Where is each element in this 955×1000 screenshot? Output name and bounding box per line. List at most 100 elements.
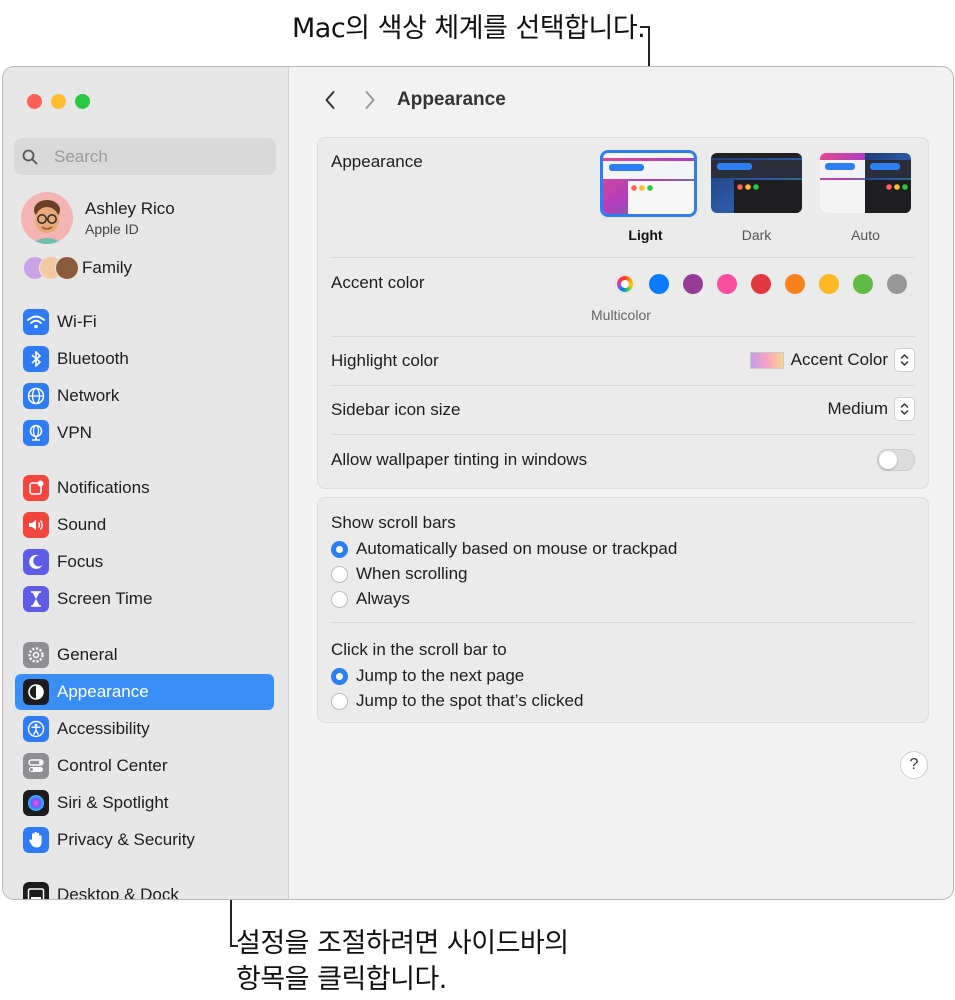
sidebar-item-label: VPN — [57, 423, 92, 442]
wallpaper-tinting-toggle[interactable] — [877, 449, 915, 471]
wallpaper-tinting-row: Allow wallpaper tinting in windows — [331, 434, 915, 484]
sidebar-item-label: Desktop & Dock — [57, 885, 179, 899]
callout-leader-bottom-tick — [230, 945, 238, 947]
scroll-option-label: Always — [356, 589, 410, 608]
appearance-settings-card: Appearance Light Dark Auto Accent color … — [317, 137, 929, 489]
hourglass-icon — [23, 586, 49, 612]
search-field[interactable] — [14, 138, 276, 175]
family-label: Family — [82, 258, 133, 277]
toolbar: Appearance — [317, 89, 506, 111]
apple-id-profile[interactable]: Ashley Rico Apple ID — [21, 192, 175, 244]
globe-icon — [23, 383, 49, 409]
sidebar-item-privacy-security[interactable]: Privacy & Security — [15, 822, 274, 858]
highlight-color-row: Highlight color Accent Color — [331, 336, 915, 386]
highlight-color-value: Accent Color — [790, 350, 888, 369]
accent-swatch-multicolor[interactable] — [615, 274, 635, 294]
sidebar-icon-size-popup[interactable]: Medium — [828, 397, 915, 421]
accent-swatch-blue[interactable] — [649, 274, 669, 294]
scroll-option-when-scrolling[interactable]: When scrolling — [331, 564, 468, 584]
accent-swatch-orange[interactable] — [785, 274, 805, 294]
forward-button[interactable] — [357, 90, 383, 110]
scroll-option-automatic[interactable]: Automatically based on mouse or trackpad — [331, 539, 677, 559]
sidebar-item-label: Wi-Fi — [57, 312, 97, 331]
search-input[interactable] — [52, 145, 256, 168]
sidebar-item-network[interactable]: Network — [15, 378, 274, 414]
control-center-icon — [23, 753, 49, 779]
sidebar-item-general[interactable]: General — [15, 637, 274, 673]
sidebar-item-wifi[interactable]: Wi-Fi — [15, 304, 274, 340]
sidebar-item-label: Screen Time — [57, 589, 153, 608]
help-button[interactable]: ? — [900, 751, 928, 779]
sidebar-item-family[interactable]: Family — [23, 256, 132, 280]
appearance-option-light-label: Light — [628, 227, 663, 243]
appearance-option-auto-label: Auto — [851, 227, 880, 243]
sidebar-item-sound[interactable]: Sound — [15, 507, 274, 543]
accent-swatch-graphite[interactable] — [887, 274, 907, 294]
sidebar-item-siri-spotlight[interactable]: Siri & Spotlight — [15, 785, 274, 821]
show-scroll-bars-label: Show scroll bars — [331, 513, 456, 532]
sidebar-item-accessibility[interactable]: Accessibility — [15, 711, 274, 747]
accessibility-icon — [23, 716, 49, 742]
click-scroll-bar-label: Click in the scroll bar to — [331, 640, 507, 659]
avatar — [21, 192, 73, 244]
sidebar-item-appearance[interactable]: Appearance — [15, 674, 274, 710]
siri-icon — [23, 790, 49, 816]
minimize-button[interactable] — [51, 94, 66, 109]
click-option-spot-clicked[interactable]: Jump to the spot that’s clicked — [331, 691, 583, 711]
callout-sidebar-hint: 설정을 조절하려면 사이드바의 항목을 클릭합니다. — [236, 926, 569, 998]
accent-swatch-yellow[interactable] — [819, 274, 839, 294]
click-option-next-page[interactable]: Jump to the next page — [331, 666, 524, 686]
appearance-option-auto[interactable] — [820, 153, 911, 213]
radio-button[interactable] — [331, 590, 348, 608]
sidebar-item-vpn[interactable]: VPN — [15, 415, 274, 451]
accent-selected-name: Multicolor — [591, 307, 651, 323]
close-button[interactable] — [27, 94, 42, 109]
gear-icon — [23, 642, 49, 668]
callout-sidebar-hint-line2: 항목을 클릭합니다. — [236, 964, 447, 995]
accent-swatch-pink[interactable] — [717, 274, 737, 294]
back-button[interactable] — [317, 90, 343, 110]
vpn-globe-icon — [23, 420, 49, 446]
updown-chevron-icon — [894, 397, 915, 421]
search-icon — [14, 149, 52, 165]
sidebar-item-focus[interactable]: Focus — [15, 544, 274, 580]
scroll-option-always[interactable]: Always — [331, 589, 410, 609]
radio-button[interactable] — [331, 540, 348, 558]
sidebar-item-label: Bluetooth — [57, 349, 129, 368]
click-option-label: Jump to the next page — [356, 666, 525, 685]
page-title: Appearance — [397, 89, 506, 110]
bluetooth-icon — [23, 346, 49, 372]
hand-icon — [23, 827, 49, 853]
divider — [331, 622, 915, 623]
sidebar-item-label: Privacy & Security — [57, 830, 195, 849]
zoom-button[interactable] — [75, 94, 90, 109]
highlight-color-label: Highlight color — [331, 351, 439, 370]
sidebar-item-control-center[interactable]: Control Center — [15, 748, 274, 784]
accent-swatch-red[interactable] — [751, 274, 771, 294]
scroll-bars-card: Show scroll bars Automatically based on … — [317, 497, 929, 723]
scroll-option-label: Automatically based on mouse or trackpad — [356, 539, 678, 558]
wallpaper-tinting-label: Allow wallpaper tinting in windows — [331, 450, 588, 469]
window-controls — [27, 94, 90, 109]
sidebar-item-notifications[interactable]: Notifications — [15, 470, 274, 506]
sidebar-item-label: Accessibility — [57, 719, 150, 738]
sidebar-item-screen-time[interactable]: Screen Time — [15, 581, 274, 617]
appearance-label: Appearance — [331, 152, 423, 171]
highlight-color-popup[interactable]: Accent Color — [749, 348, 915, 372]
sidebar-item-bluetooth[interactable]: Bluetooth — [15, 341, 274, 377]
radio-button[interactable] — [331, 667, 348, 685]
content-pane: Appearance Appearance Light Dark Auto Ac… — [289, 67, 953, 899]
radio-button[interactable] — [331, 565, 348, 583]
settings-window: Ashley Rico Apple ID Family Wi-Fi Blueto… — [2, 66, 954, 900]
appearance-row: Appearance Light Dark Auto — [331, 138, 915, 258]
sidebar-item-label: Focus — [57, 552, 104, 571]
radio-button[interactable] — [331, 692, 348, 710]
appearance-option-dark[interactable] — [711, 153, 802, 213]
sidebar-item-desktop-dock[interactable]: Desktop & Dock — [15, 877, 274, 899]
sidebar-icon-size-value: Medium — [827, 399, 888, 418]
accent-swatch-purple[interactable] — [683, 274, 703, 294]
appearance-option-light[interactable] — [600, 150, 697, 217]
accent-swatch-green[interactable] — [853, 274, 873, 294]
sidebar-item-label: Control Center — [57, 756, 168, 775]
moon-icon — [23, 549, 49, 575]
